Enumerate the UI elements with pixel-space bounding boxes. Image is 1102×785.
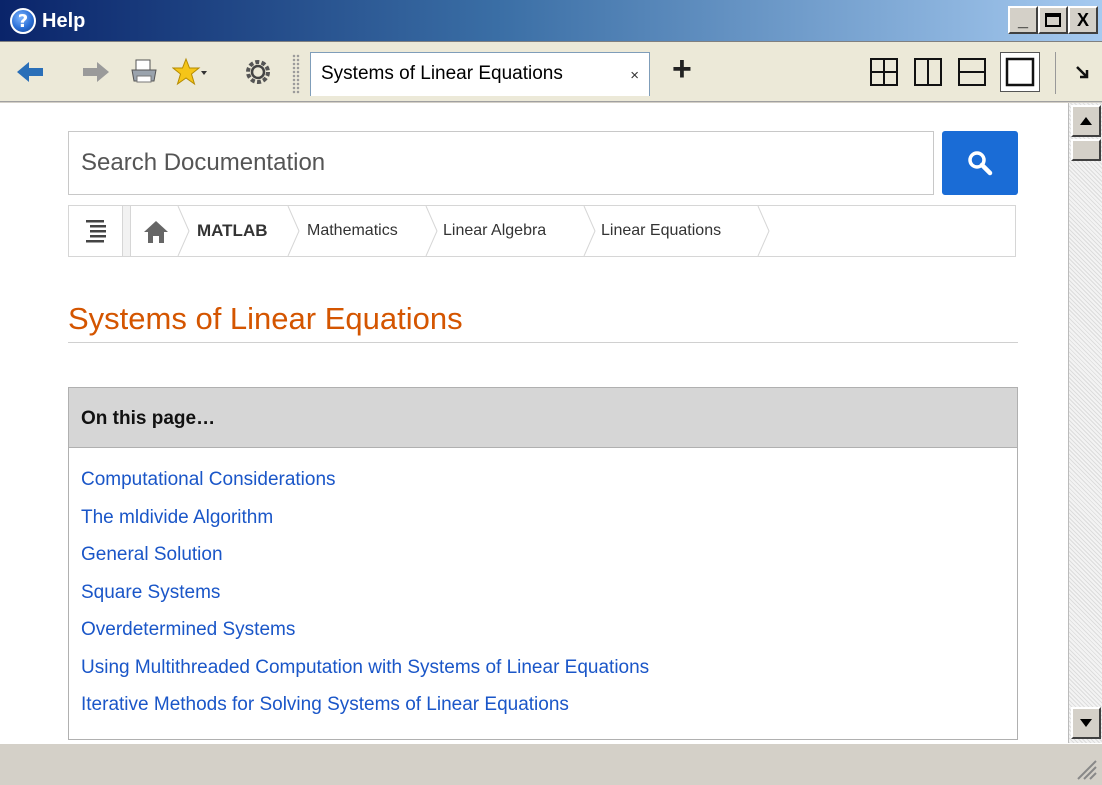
- split-vertical-icon[interactable]: [912, 56, 944, 88]
- menu-lines-icon: [85, 220, 106, 243]
- search-input[interactable]: [69, 132, 933, 194]
- search-field[interactable]: [68, 131, 934, 195]
- close-button[interactable]: X: [1068, 6, 1098, 34]
- maximize-icon: [1045, 13, 1061, 27]
- breadcrumb-chevron-icon: [287, 206, 300, 256]
- home-icon[interactable]: [141, 218, 171, 246]
- maximize-button[interactable]: [1038, 6, 1068, 34]
- split-horizontal-icon[interactable]: [956, 56, 988, 88]
- breadcrumb-divider: [123, 206, 131, 256]
- single-layout-icon[interactable]: [1000, 52, 1040, 92]
- toc-link[interactable]: Iterative Methods for Solving Systems of…: [81, 691, 1017, 729]
- breadcrumb-chevron-icon: [583, 206, 596, 256]
- scroll-up-button[interactable]: [1071, 105, 1101, 137]
- toc-list: Computational Considerations The mldivid…: [69, 448, 1017, 729]
- scroll-down-button[interactable]: [1071, 707, 1101, 739]
- scrollbar-thumb[interactable]: [1071, 139, 1101, 161]
- toolbar-separator: [1055, 52, 1056, 94]
- new-tab-button[interactable]: +: [672, 50, 692, 89]
- grid-layout-icon[interactable]: [868, 56, 900, 88]
- print-icon[interactable]: [126, 54, 162, 90]
- tab-close-icon[interactable]: ×: [630, 67, 639, 84]
- breadcrumb-mathematics[interactable]: Mathematics: [307, 206, 398, 256]
- back-arrow-icon[interactable]: [12, 54, 48, 90]
- breadcrumb-chevron-icon: [757, 206, 770, 256]
- favorites-star-icon[interactable]: [172, 54, 208, 90]
- title-bar: ? Help _ X: [0, 0, 1102, 42]
- window-title: Help: [42, 10, 86, 32]
- status-bar: [0, 743, 1102, 785]
- search-button[interactable]: [942, 131, 1018, 195]
- breadcrumb-matlab[interactable]: MATLAB: [197, 206, 268, 256]
- content-area: MATLAB Mathematics Linear Algebra Linear…: [0, 103, 1068, 743]
- minimize-button[interactable]: _: [1008, 6, 1038, 34]
- toc-heading: On this page…: [69, 388, 1017, 448]
- toc-link[interactable]: General Solution: [81, 541, 1017, 579]
- on-this-page-box: On this page… Computational Consideratio…: [68, 387, 1018, 740]
- vertical-scrollbar[interactable]: [1068, 103, 1102, 743]
- page-title: Systems of Linear Equations: [68, 301, 1018, 343]
- resize-grip-icon[interactable]: [1072, 755, 1098, 781]
- toc-link[interactable]: Computational Considerations: [81, 466, 1017, 504]
- help-icon: ?: [10, 8, 36, 34]
- toc-link[interactable]: The mldivide Algorithm: [81, 504, 1017, 542]
- arrow-up-icon: [1080, 117, 1092, 125]
- tab-label: Systems of Linear Equations: [321, 63, 563, 84]
- search-icon: [968, 151, 993, 176]
- tab-systems-of-linear-equations[interactable]: Systems of Linear Equations ×: [310, 52, 650, 96]
- toc-link[interactable]: Using Multithreaded Computation with Sys…: [81, 654, 1017, 692]
- breadcrumb-chevron-icon: [177, 206, 190, 256]
- toc-menu-button[interactable]: [69, 206, 123, 256]
- arrow-down-icon: [1080, 719, 1092, 727]
- forward-arrow-icon[interactable]: [78, 54, 114, 90]
- toolbar: Systems of Linear Equations × +: [0, 42, 1102, 102]
- undock-arrow-icon[interactable]: [1064, 54, 1100, 90]
- breadcrumb-linear-algebra[interactable]: Linear Algebra: [443, 206, 546, 256]
- breadcrumb-linear-equations[interactable]: Linear Equations: [601, 206, 721, 256]
- toc-link[interactable]: Overdetermined Systems: [81, 616, 1017, 654]
- breadcrumb: MATLAB Mathematics Linear Algebra Linear…: [68, 205, 1016, 257]
- breadcrumb-chevron-icon: [425, 206, 438, 256]
- toc-link[interactable]: Square Systems: [81, 579, 1017, 617]
- toolbar-grip: [292, 54, 300, 94]
- gear-icon[interactable]: [240, 54, 276, 90]
